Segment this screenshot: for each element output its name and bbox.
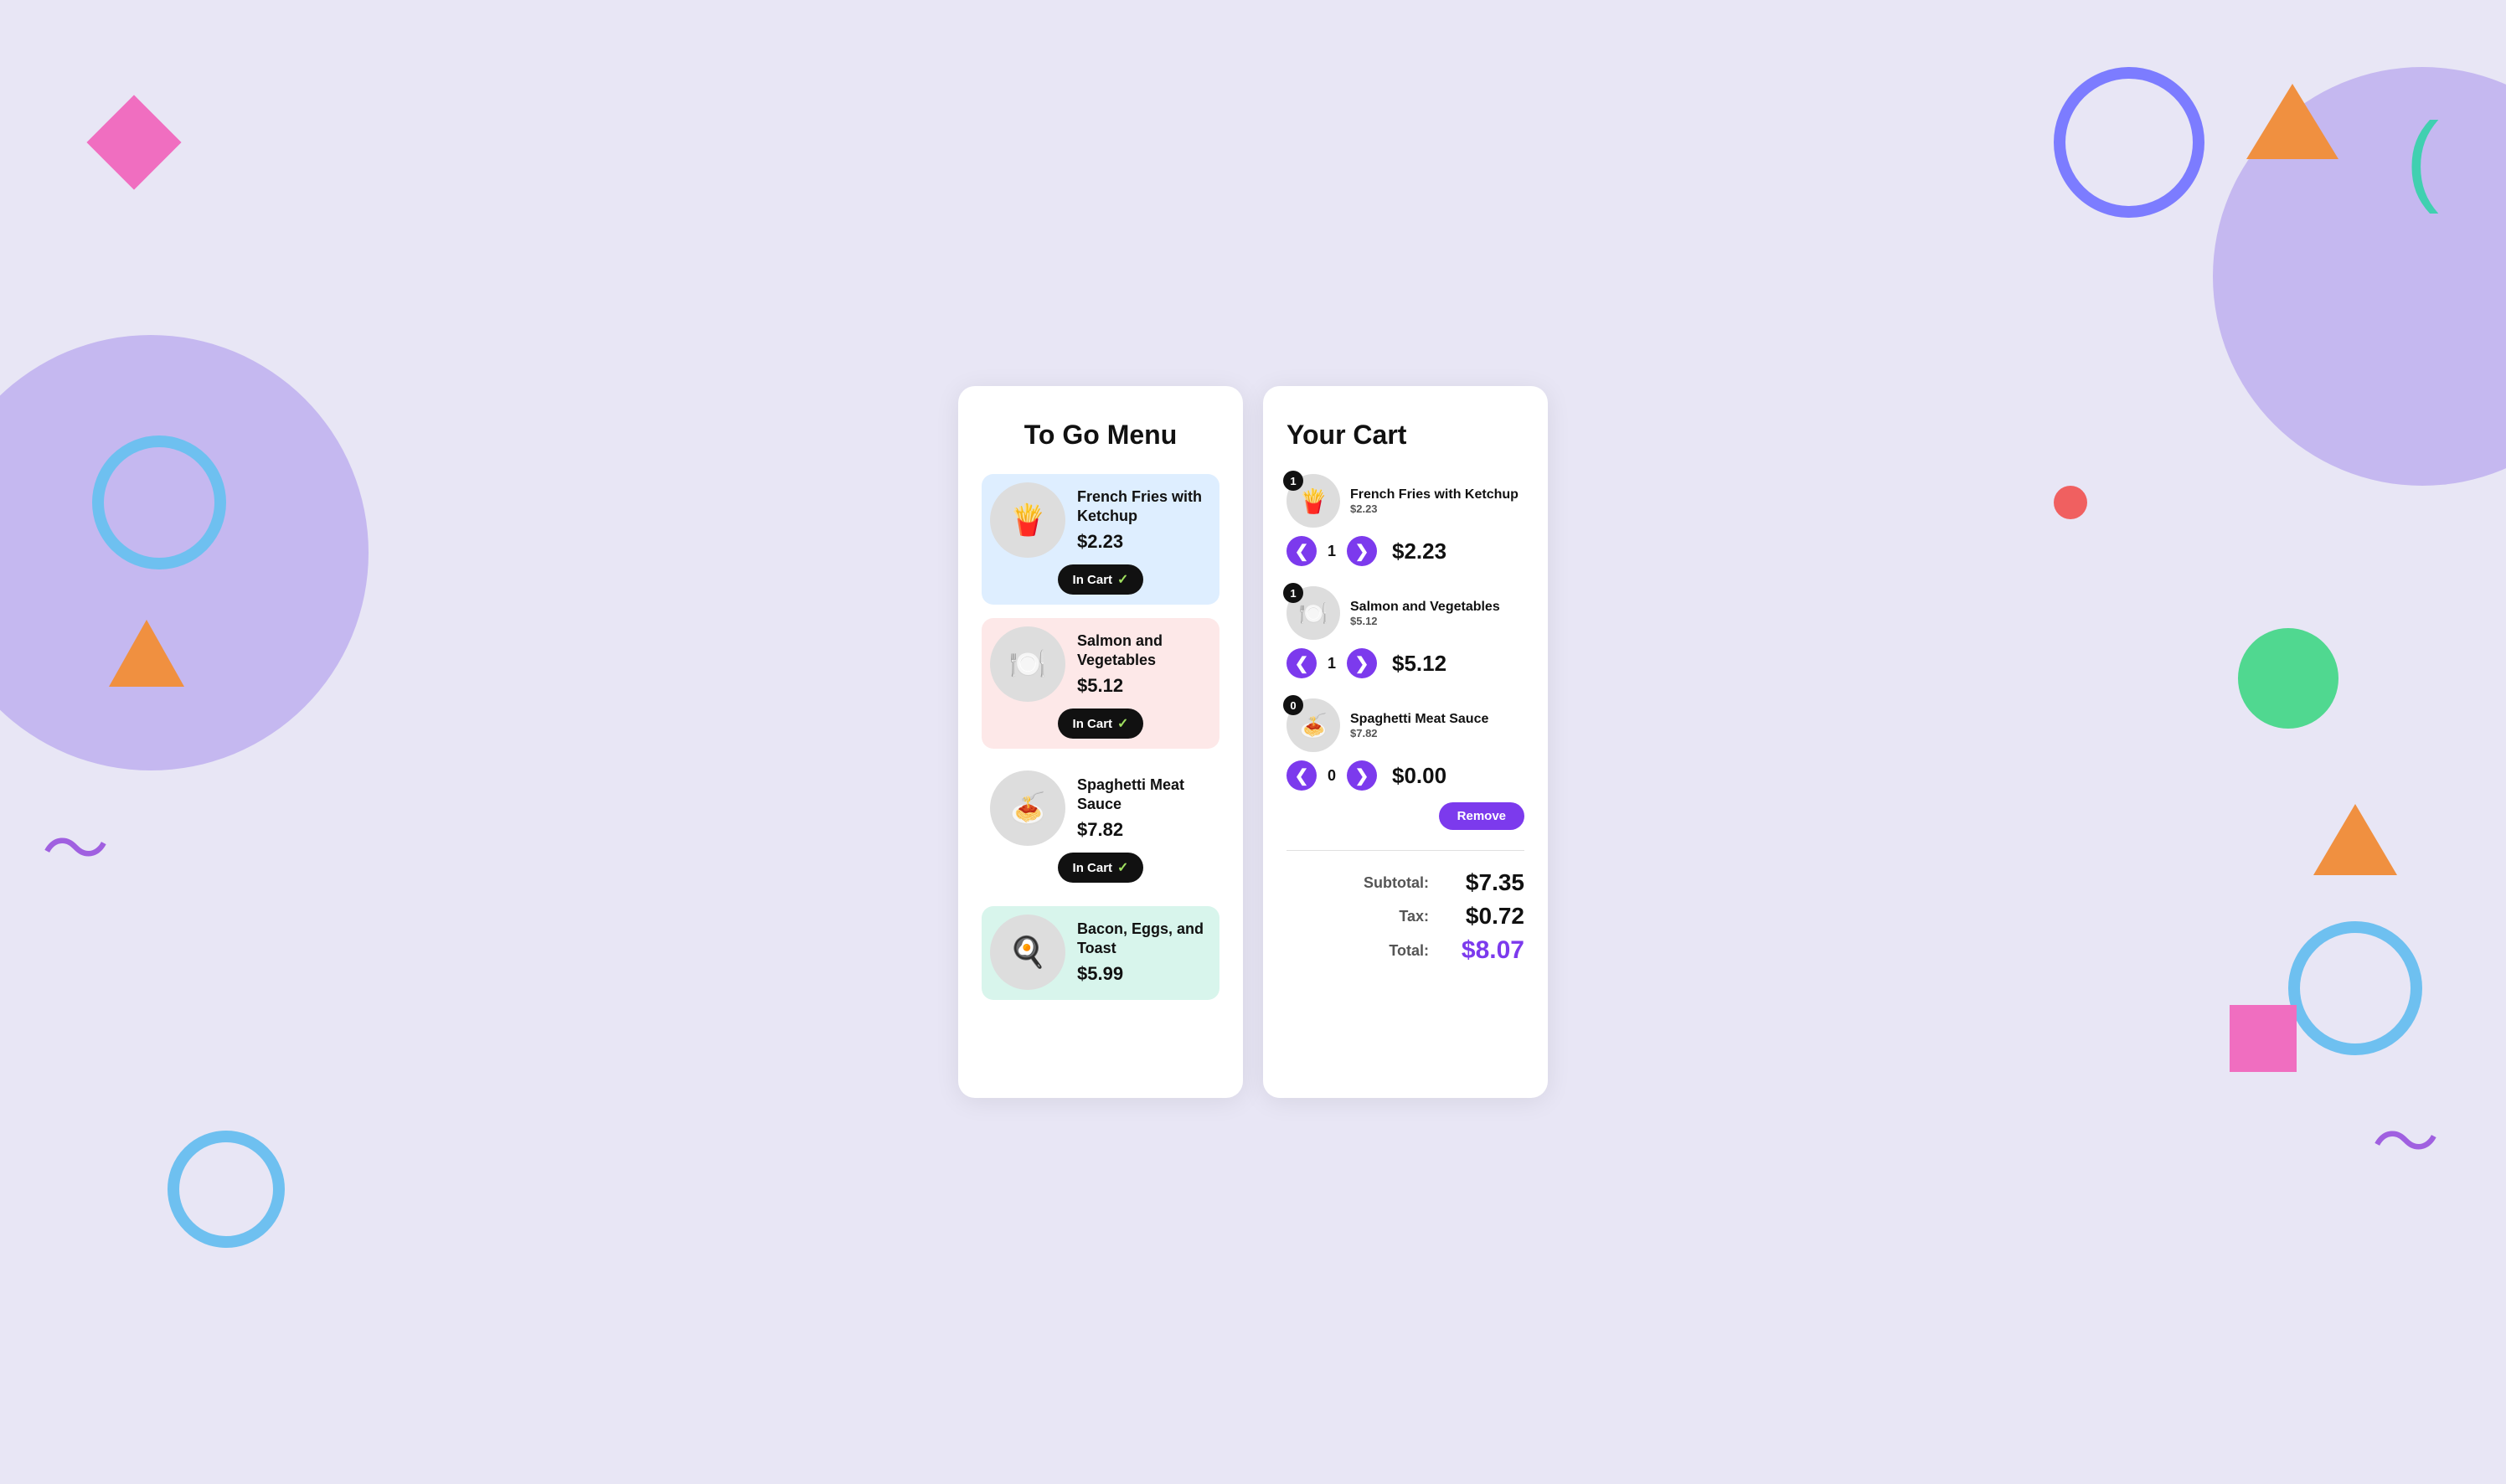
increment-button-french-fries[interactable]: ❯	[1347, 536, 1377, 566]
subtotal-value: $7.35	[1449, 869, 1524, 896]
deco-triangle-orange-right-bottom	[2313, 804, 2397, 875]
in-cart-button-spaghetti[interactable]: In Cart ✓	[1058, 853, 1144, 883]
menu-item-name-spaghetti: Spaghetti Meat Sauce	[1077, 775, 1211, 815]
menu-item-info-french-fries: French Fries with Ketchup $2.23	[1077, 487, 1211, 554]
summary-row-subtotal: Subtotal: $7.35	[1287, 869, 1524, 896]
deco-teal-bracket: )	[2405, 100, 2439, 216]
qty-num-salmon: 1	[1325, 655, 1338, 672]
total-value: $8.07	[1449, 936, 1524, 965]
menu-item-name-salmon: Salmon and Vegetables	[1077, 631, 1211, 671]
cart-item-details-spaghetti: Spaghetti Meat Sauce $7.82	[1350, 712, 1524, 739]
menu-item-price-bacon: $5.99	[1077, 963, 1211, 985]
tax-value: $0.72	[1449, 903, 1524, 930]
cart-item-controls-french-fries: ❮ 1 ❯ $2.23	[1287, 536, 1524, 566]
menu-item-info-salmon: Salmon and Vegetables $5.12	[1077, 631, 1211, 698]
cart-item-controls-salmon: ❮ 1 ❯ $5.12	[1287, 648, 1524, 678]
deco-triangle-orange-left	[109, 620, 184, 687]
cart-item-total-spaghetti: $0.00	[1392, 763, 1446, 789]
deco-squiggle-left: 〜	[42, 796, 109, 893]
menu-panel: To Go Menu 🍟 French Fries with Ketchup $…	[958, 386, 1243, 1098]
cart-item-total-salmon: $5.12	[1392, 651, 1446, 677]
subtotal-label: Subtotal:	[1362, 874, 1429, 892]
menu-item-price-french-fries: $2.23	[1077, 531, 1211, 553]
deco-circle-outline-right-top	[2054, 67, 2204, 218]
deco-square-pink-right	[2230, 1005, 2297, 1072]
tax-label: Tax:	[1362, 908, 1429, 925]
in-cart-label-spaghetti: In Cart	[1073, 861, 1113, 875]
cart-item-details-french-fries: French Fries with Ketchup $2.23	[1350, 487, 1524, 515]
cart-divider	[1287, 850, 1524, 851]
cart-item-qty-badge-spaghetti: 0	[1283, 695, 1303, 715]
check-icon-spaghetti: ✓	[1117, 859, 1128, 876]
cart-item-total-french-fries: $2.23	[1392, 538, 1446, 564]
cart-item-name-spaghetti: Spaghetti Meat Sauce	[1350, 712, 1524, 727]
increment-button-salmon[interactable]: ❯	[1347, 648, 1377, 678]
main-container: To Go Menu 🍟 French Fries with Ketchup $…	[958, 386, 1548, 1098]
deco-squiggle-right: 〜	[2372, 1089, 2439, 1186]
deco-triangle-orange-right-top	[2246, 84, 2338, 159]
deco-circle-blue-outline-left-bottom	[168, 1131, 285, 1248]
menu-item-img-french-fries: 🍟	[990, 482, 1065, 558]
cart-title: Your Cart	[1287, 420, 1524, 451]
cart-item-name-salmon: Salmon and Vegetables	[1350, 600, 1524, 615]
deco-circle-blue-outline-right-bottom	[2288, 921, 2422, 1055]
menu-item-img-spaghetti: 🍝	[990, 770, 1065, 846]
cart-item-spaghetti: 🍝 0 Spaghetti Meat Sauce $7.82 ❮ 0 ❯ $0.…	[1287, 698, 1524, 830]
menu-item-info-bacon: Bacon, Eggs, and Toast $5.99	[1077, 920, 1211, 986]
cart-item-salmon: 🍽️ 1 Salmon and Vegetables $5.12 ❮ 1 ❯ $…	[1287, 586, 1524, 678]
decrement-button-french-fries[interactable]: ❮	[1287, 536, 1317, 566]
cart-summary: Subtotal: $7.35 Tax: $0.72 Total: $8.07	[1287, 866, 1524, 965]
menu-item-info-spaghetti: Spaghetti Meat Sauce $7.82	[1077, 775, 1211, 842]
menu-item-french-fries: 🍟 French Fries with Ketchup $2.23 In Car…	[982, 474, 1219, 605]
menu-item-salmon: 🍽️ Salmon and Vegetables $5.12 In Cart ✓	[982, 618, 1219, 749]
deco-circle-blue-outline-left	[92, 435, 226, 569]
remove-button-spaghetti[interactable]: Remove	[1439, 802, 1524, 830]
check-icon-french-fries: ✓	[1117, 571, 1128, 588]
check-icon-salmon: ✓	[1117, 715, 1128, 732]
menu-item-name-bacon: Bacon, Eggs, and Toast	[1077, 920, 1211, 959]
menu-title: To Go Menu	[982, 420, 1219, 451]
cart-item-qty-badge-salmon: 1	[1283, 583, 1303, 603]
in-cart-button-french-fries[interactable]: In Cart ✓	[1058, 564, 1144, 595]
deco-circle-green-right	[2238, 628, 2338, 729]
cart-item-unit-price-french-fries: $2.23	[1350, 502, 1524, 515]
summary-row-tax: Tax: $0.72	[1287, 903, 1524, 930]
in-cart-label-salmon: In Cart	[1073, 717, 1113, 731]
deco-circle-purple-left	[0, 335, 369, 770]
qty-num-spaghetti: 0	[1325, 767, 1338, 785]
decrement-button-salmon[interactable]: ❮	[1287, 648, 1317, 678]
menu-item-img-salmon: 🍽️	[990, 626, 1065, 702]
cart-panel: Your Cart 🍟 1 French Fries with Ketchup …	[1263, 386, 1548, 1098]
menu-item-price-spaghetti: $7.82	[1077, 819, 1211, 841]
qty-num-french-fries: 1	[1325, 543, 1338, 560]
menu-item-name-french-fries: French Fries with Ketchup	[1077, 487, 1211, 527]
cart-item-img-wrap-salmon: 🍽️ 1	[1287, 586, 1340, 640]
summary-row-total: Total: $8.07	[1287, 936, 1524, 965]
decrement-button-spaghetti[interactable]: ❮	[1287, 760, 1317, 791]
deco-diamond-pink	[86, 95, 181, 189]
deco-dot-coral	[2054, 486, 2087, 519]
deco-semicircle-right	[2213, 67, 2506, 486]
cart-item-name-french-fries: French Fries with Ketchup	[1350, 487, 1524, 502]
cart-item-unit-price-spaghetti: $7.82	[1350, 727, 1524, 739]
increment-button-spaghetti[interactable]: ❯	[1347, 760, 1377, 791]
cart-item-qty-badge-french-fries: 1	[1283, 471, 1303, 491]
cart-item-french-fries: 🍟 1 French Fries with Ketchup $2.23 ❮ 1 …	[1287, 474, 1524, 566]
in-cart-label-french-fries: In Cart	[1073, 573, 1113, 587]
cart-item-unit-price-salmon: $5.12	[1350, 615, 1524, 627]
cart-item-controls-spaghetti: ❮ 0 ❯ $0.00	[1287, 760, 1524, 791]
total-label: Total:	[1362, 942, 1429, 960]
cart-item-details-salmon: Salmon and Vegetables $5.12	[1350, 600, 1524, 627]
menu-item-img-bacon: 🍳	[990, 915, 1065, 990]
cart-item-img-wrap-spaghetti: 🍝 0	[1287, 698, 1340, 752]
menu-item-price-salmon: $5.12	[1077, 675, 1211, 697]
menu-item-spaghetti: 🍝 Spaghetti Meat Sauce $7.82 In Cart ✓	[982, 762, 1219, 893]
menu-item-bacon: 🍳 Bacon, Eggs, and Toast $5.99	[982, 906, 1219, 1000]
in-cart-button-salmon[interactable]: In Cart ✓	[1058, 709, 1144, 739]
cart-item-img-wrap-french-fries: 🍟 1	[1287, 474, 1340, 528]
